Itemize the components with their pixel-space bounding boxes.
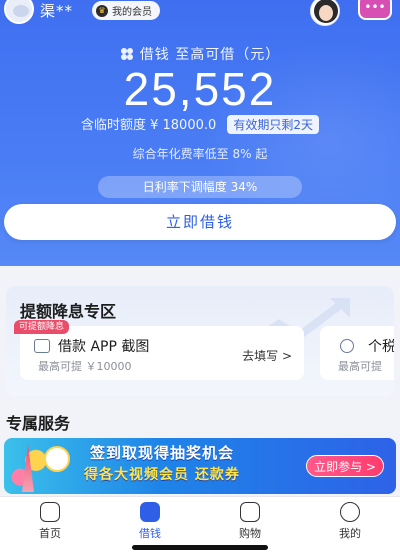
join-now-button[interactable]: 立即参与 > xyxy=(306,455,384,477)
tab-label: 首页 xyxy=(39,527,61,540)
card-name: 个税 xyxy=(368,339,394,355)
message-icon[interactable]: ••• xyxy=(358,0,392,20)
wallet-icon xyxy=(140,502,160,522)
user-icon xyxy=(340,339,354,353)
tab-home[interactable]: 首页 xyxy=(0,497,100,553)
borrow-now-button[interactable]: 立即借钱 xyxy=(4,204,396,240)
loan-title-text: 借钱 至高可借（元） xyxy=(139,47,281,63)
max-loan-amount: 25,552 xyxy=(123,63,277,115)
banner-subline: 得各大视频会员 还款券 xyxy=(84,467,240,483)
home-icon xyxy=(40,502,60,522)
mascot-icon xyxy=(44,446,70,472)
fill-in-link[interactable]: 去填写 > xyxy=(242,347,292,364)
home-indicator xyxy=(132,545,268,550)
card-name: 借款 APP 截图 xyxy=(58,339,150,355)
card-subtitle: 最高可提 ￥10000 xyxy=(38,360,132,373)
top-bar: 渠** ♛ 我的会员 ••• xyxy=(0,0,400,26)
vip-label: 我的会员 xyxy=(112,7,152,18)
temp-limit-text: 含临时额度 ¥ 18000.0 xyxy=(80,118,217,133)
agent-face xyxy=(319,5,333,21)
services-title: 专属服务 xyxy=(6,414,71,433)
tab-label: 购物 xyxy=(239,527,261,540)
decor-sparkles xyxy=(4,438,84,494)
image-icon xyxy=(34,339,50,353)
user-avatar[interactable] xyxy=(4,0,34,24)
banner-headline: 签到取现得抽奖机会 xyxy=(90,444,235,462)
limit-boost-section: 提额降息专区 借款 APP 截图 最高可提 ￥10000 去填写 > 个税 最高… xyxy=(6,286,394,396)
signin-promo-banner[interactable]: 签到取现得抽奖机会 得各大视频会员 还款券 立即参与 > xyxy=(4,438,396,494)
tab-label: 借钱 xyxy=(139,527,161,540)
loan-title: 借钱 至高可借（元） xyxy=(0,44,400,64)
tab-mine[interactable]: 我的 xyxy=(300,497,400,553)
shopping-bag-icon xyxy=(240,502,260,522)
section-title: 提额降息专区 xyxy=(20,302,117,321)
vip-badge[interactable]: ♛ 我的会员 xyxy=(92,1,160,20)
rate-note: 综合年化费率低至 8% 起 xyxy=(132,147,268,161)
card-subtitle: 最高可提 xyxy=(338,360,382,373)
tax-card[interactable]: 个税 最高可提 xyxy=(320,326,394,380)
service-agent-avatar[interactable] xyxy=(310,0,340,26)
temp-limit-row: 含临时额度 ¥ 18000.0 有效期只剩2天 xyxy=(0,114,400,134)
validity-badge: 有效期只剩2天 xyxy=(227,115,320,134)
tab-label: 我的 xyxy=(339,527,361,540)
crown-icon: ♛ xyxy=(96,4,108,17)
clover-icon xyxy=(120,48,133,60)
chat-bubble-icon xyxy=(340,502,360,522)
loan-app-screenshot-card[interactable]: 借款 APP 截图 最高可提 ￥10000 去填写 > xyxy=(20,326,304,380)
boost-tag: 可提额降息 xyxy=(14,320,70,334)
username[interactable]: 渠** xyxy=(40,0,73,21)
avatar-face xyxy=(13,5,29,17)
rate-cut-pill: 日利率下调幅度 34% xyxy=(98,176,302,198)
hero-panel: 渠** ♛ 我的会员 ••• 借钱 至高可借（元） 25,552 含临时额度 ¥… xyxy=(0,0,400,266)
